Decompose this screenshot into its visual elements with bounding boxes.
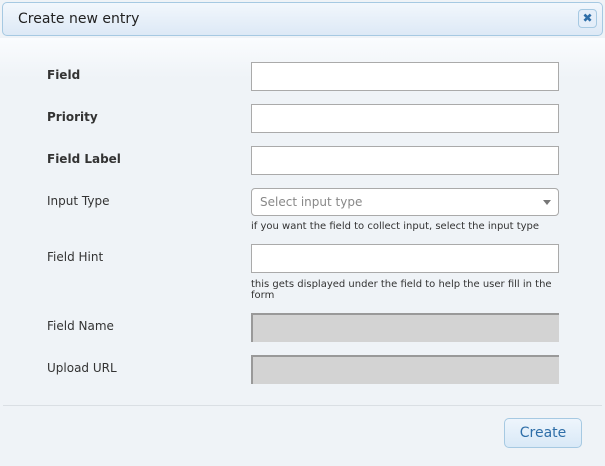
close-icon: ✖ <box>582 11 593 25</box>
input-type-select[interactable]: Select input type <box>251 188 559 216</box>
footer-divider <box>3 405 602 406</box>
close-button[interactable]: ✖ <box>578 9 597 28</box>
dialog-header: Create new entry ✖ <box>2 2 603 36</box>
chevron-down-icon <box>543 200 551 205</box>
priority-input[interactable] <box>251 104 559 133</box>
field-label: Field <box>47 68 81 82</box>
field-input[interactable] <box>251 62 559 91</box>
field-label-label: Field Label <box>47 152 121 166</box>
field-hint-label: Field Hint <box>47 250 104 264</box>
input-type-label: Input Type <box>47 194 110 208</box>
field-hint-input[interactable] <box>251 244 559 273</box>
input-type-placeholder: Select input type <box>260 195 363 209</box>
create-button[interactable]: Create <box>504 418 582 448</box>
field-name-label: Field Name <box>47 319 114 333</box>
dialog-title: Create new entry <box>18 11 140 27</box>
upload-url-input <box>251 355 559 384</box>
input-type-hint: if you want the field to collect input, … <box>251 221 540 232</box>
field-label-input[interactable] <box>251 146 559 175</box>
field-hint-hint: this gets displayed under the field to h… <box>251 279 552 301</box>
field-name-input <box>251 313 559 342</box>
upload-url-label: Upload URL <box>47 361 117 375</box>
priority-label: Priority <box>47 110 98 124</box>
